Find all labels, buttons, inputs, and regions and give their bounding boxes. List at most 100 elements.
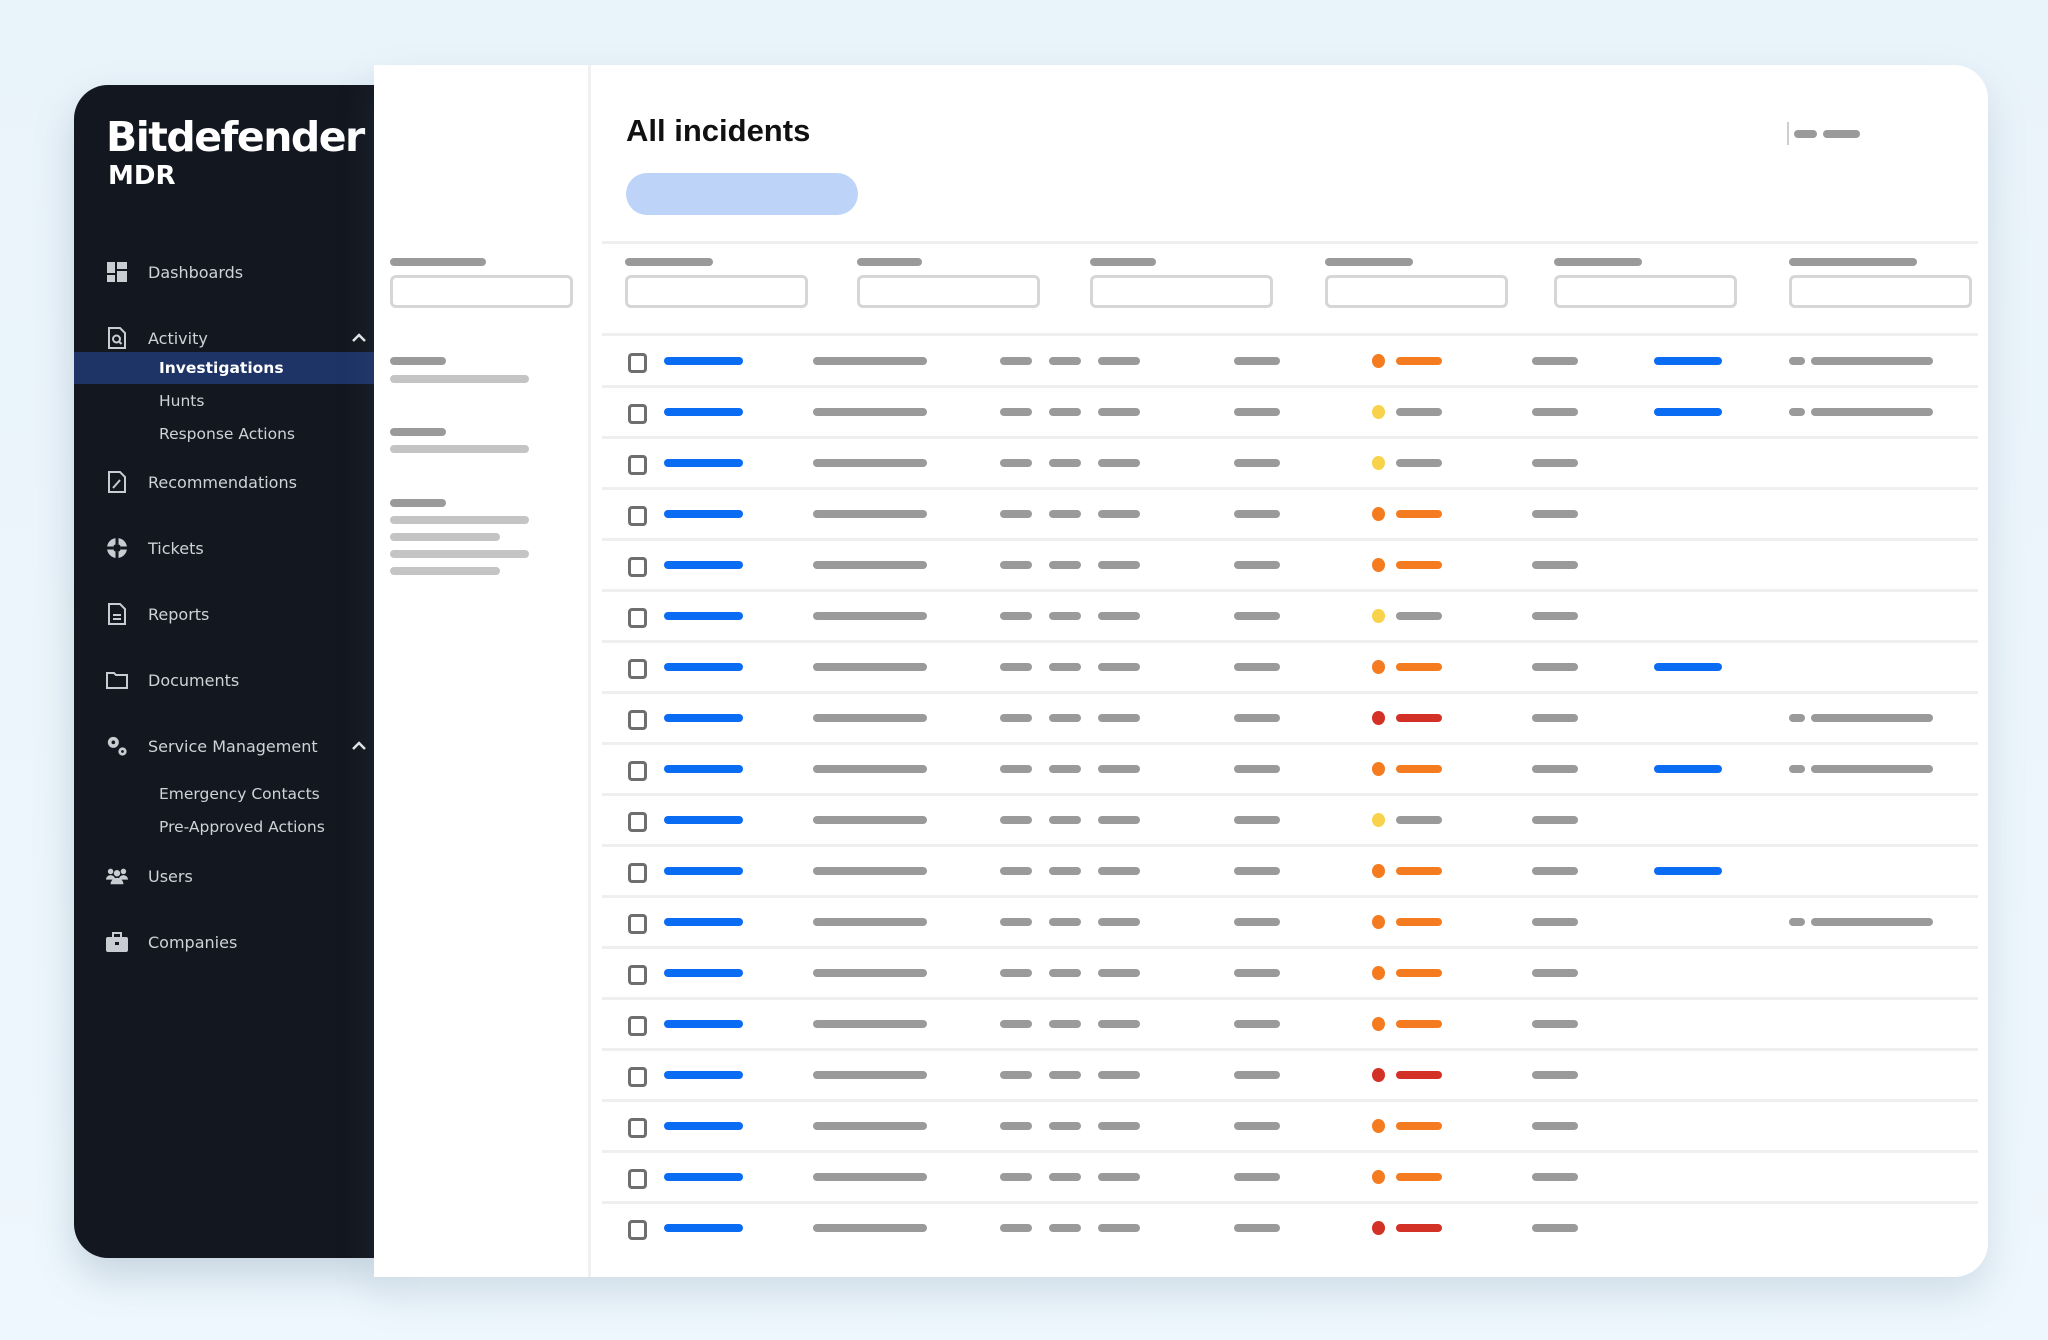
column-header-placeholder[interactable] — [1325, 258, 1413, 266]
table-row[interactable] — [602, 1153, 1978, 1204]
sidebar-subitem-response-actions[interactable]: Response Actions — [74, 418, 384, 450]
row-checkbox[interactable] — [628, 812, 647, 832]
table-row[interactable] — [602, 1000, 1978, 1051]
column-header-placeholder[interactable] — [1789, 258, 1917, 266]
column-header-placeholder[interactable] — [1090, 258, 1156, 266]
primary-action-button[interactable] — [626, 173, 858, 215]
sidebar-subitem-investigations[interactable]: Investigations — [74, 352, 384, 384]
column-filter-input[interactable] — [857, 275, 1040, 308]
column-filter-input[interactable] — [1325, 275, 1508, 308]
incident-id-link[interactable] — [664, 357, 743, 365]
chevron-up-icon[interactable] — [352, 738, 366, 754]
sidebar-item-reports[interactable]: Reports — [74, 594, 384, 634]
column-filter-input[interactable] — [1789, 275, 1972, 308]
table-row[interactable] — [602, 949, 1978, 1000]
row-checkbox[interactable] — [628, 659, 647, 679]
table-row[interactable] — [602, 541, 1978, 592]
column-filter-input[interactable] — [625, 275, 808, 308]
column-header-placeholder[interactable] — [625, 258, 713, 266]
incident-id-link[interactable] — [664, 510, 743, 518]
table-row[interactable] — [602, 337, 1978, 388]
table-row[interactable] — [602, 439, 1978, 490]
sidebar-item-users[interactable]: Users — [74, 856, 384, 896]
row-checkbox[interactable] — [628, 455, 647, 475]
row-checkbox[interactable] — [628, 761, 647, 781]
table-row[interactable] — [602, 847, 1978, 898]
table-row[interactable] — [602, 643, 1978, 694]
assignee-link[interactable] — [1654, 663, 1722, 671]
incident-id-link[interactable] — [664, 1122, 743, 1130]
incident-id-link[interactable] — [664, 969, 743, 977]
row-checkbox[interactable] — [628, 353, 647, 373]
incident-id-link[interactable] — [664, 918, 743, 926]
row-checkbox[interactable] — [628, 1016, 647, 1036]
filter-option-placeholder[interactable] — [390, 375, 529, 383]
sidebar-item-documents[interactable]: Documents — [74, 660, 384, 700]
filter-option-placeholder[interactable] — [390, 533, 500, 541]
header-action-placeholder[interactable] — [1794, 130, 1817, 138]
incident-id-link[interactable] — [664, 765, 743, 773]
filter-search-input[interactable] — [390, 275, 573, 308]
table-row[interactable] — [602, 694, 1978, 745]
assignee-link[interactable] — [1654, 867, 1722, 875]
filter-option-placeholder[interactable] — [390, 516, 529, 524]
filter-option-placeholder[interactable] — [390, 567, 500, 575]
table-row[interactable] — [602, 1204, 1978, 1255]
incident-id-link[interactable] — [664, 663, 743, 671]
row-checkbox[interactable] — [628, 710, 647, 730]
column-header-placeholder[interactable] — [1554, 258, 1642, 266]
incident-id-link[interactable] — [664, 867, 743, 875]
row-checkbox[interactable] — [628, 1067, 647, 1087]
incident-id-link[interactable] — [664, 714, 743, 722]
tag-placeholder — [1098, 1071, 1140, 1079]
row-checkbox[interactable] — [628, 557, 647, 577]
column-filter-input[interactable] — [1554, 275, 1737, 308]
incident-id-link[interactable] — [664, 1071, 743, 1079]
incident-id-link[interactable] — [664, 1173, 743, 1181]
table-row[interactable] — [602, 1102, 1978, 1153]
assignee-link[interactable] — [1654, 357, 1722, 365]
sidebar-subitem-hunts[interactable]: Hunts — [74, 385, 384, 417]
row-checkbox[interactable] — [628, 1220, 647, 1240]
date-placeholder — [1532, 1122, 1578, 1130]
incident-id-link[interactable] — [664, 816, 743, 824]
sidebar-item-companies[interactable]: Companies — [74, 922, 384, 962]
sidebar-item-service-management[interactable]: Service Management — [74, 726, 384, 766]
incident-id-link[interactable] — [664, 1224, 743, 1232]
table-row[interactable] — [602, 898, 1978, 949]
column-filter-input[interactable] — [1090, 275, 1273, 308]
row-checkbox[interactable] — [628, 914, 647, 934]
sidebar-subitem-emergency-contacts[interactable]: Emergency Contacts — [74, 778, 384, 810]
row-checkbox[interactable] — [628, 404, 647, 424]
table-row[interactable] — [602, 388, 1978, 439]
assignee-link[interactable] — [1654, 408, 1722, 416]
row-checkbox[interactable] — [628, 506, 647, 526]
chevron-up-icon[interactable] — [352, 330, 366, 346]
row-checkbox[interactable] — [628, 608, 647, 628]
sidebar-item-recommendations[interactable]: Recommendations — [74, 462, 384, 502]
row-checkbox[interactable] — [628, 863, 647, 883]
table-row[interactable] — [602, 592, 1978, 643]
row-checkbox[interactable] — [628, 1169, 647, 1189]
table-row[interactable] — [602, 745, 1978, 796]
sidebar-item-tickets[interactable]: Tickets — [74, 528, 384, 568]
assignee-link[interactable] — [1654, 765, 1722, 773]
filter-option-placeholder[interactable] — [390, 550, 529, 558]
row-checkbox[interactable] — [628, 1118, 647, 1138]
incident-id-link[interactable] — [664, 408, 743, 416]
table-row[interactable] — [602, 1051, 1978, 1102]
filter-option-placeholder[interactable] — [390, 445, 529, 453]
table-row[interactable] — [602, 490, 1978, 541]
incident-id-link[interactable] — [664, 561, 743, 569]
severity-label-placeholder — [1396, 561, 1442, 569]
column-header-placeholder[interactable] — [857, 258, 922, 266]
sidebar-item-dashboards[interactable]: Dashboards — [74, 252, 384, 292]
table-row[interactable] — [602, 796, 1978, 847]
incident-id-link[interactable] — [664, 1020, 743, 1028]
row-checkbox[interactable] — [628, 965, 647, 985]
logo[interactable]: Bitdefender MDR — [106, 113, 365, 191]
incident-id-link[interactable] — [664, 612, 743, 620]
header-action-placeholder[interactable] — [1823, 130, 1860, 138]
sidebar-subitem-pre-approved-actions[interactable]: Pre-Approved Actions — [74, 811, 384, 843]
incident-id-link[interactable] — [664, 459, 743, 467]
